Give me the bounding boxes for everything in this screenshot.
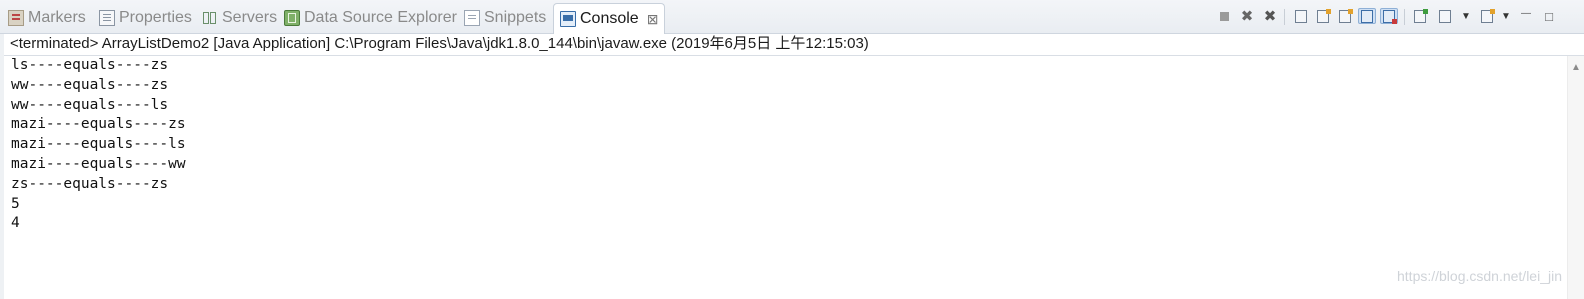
show-stdout-icon (1361, 9, 1373, 23)
tab-snippets-label: Snippets (484, 9, 547, 26)
console-icon (560, 11, 576, 27)
tab-console[interactable]: Console ⊠ (553, 3, 666, 34)
tab-data-source-explorer[interactable]: Data Source Explorer (284, 4, 457, 32)
remove-launch-icon: ✖ (1240, 8, 1254, 25)
terminate-icon (1219, 11, 1229, 21)
maximize-button[interactable]: □ (1540, 8, 1558, 24)
markers-icon (8, 10, 24, 26)
console-line: ww----equals----ls (11, 96, 169, 113)
pin-console-icon (1414, 8, 1428, 23)
tab-servers[interactable]: Servers (202, 4, 277, 32)
display-console-icon (1439, 9, 1451, 23)
properties-icon (99, 10, 115, 26)
chevron-down-icon: ▼ (1501, 10, 1511, 22)
maximize-icon: □ (1545, 8, 1553, 24)
toolbar-separator (1284, 9, 1285, 25)
toolbar-separator (1404, 9, 1405, 25)
tab-properties-label: Properties (119, 9, 192, 26)
watermark: https://blog.csdn.net/lei_jin (1397, 268, 1562, 284)
show-on-stderr-button[interactable] (1380, 8, 1398, 24)
remove-all-icon: ✖ (1263, 8, 1277, 25)
clear-console-icon (1295, 9, 1307, 23)
remove-launch-button[interactable]: ✖ (1238, 8, 1256, 25)
minimize-button[interactable]: — (1517, 5, 1535, 21)
tab-data-source-explorer-label: Data Source Explorer (304, 9, 457, 26)
terminate-button[interactable] (1215, 8, 1233, 24)
data-source-explorer-icon (284, 10, 300, 26)
clear-console-button[interactable] (1292, 8, 1310, 24)
word-wrap-icon (1339, 8, 1353, 23)
console-output[interactable]: ls----equals----zs ww----equals----zs ww… (11, 56, 186, 234)
vertical-scrollbar[interactable]: ▲ (1567, 56, 1584, 299)
open-console-button[interactable] (1478, 8, 1496, 24)
snippets-icon (464, 10, 480, 26)
servers-icon (202, 10, 218, 26)
tab-properties[interactable]: Properties (99, 4, 192, 32)
console-line: mazi----equals----zs (11, 116, 186, 133)
console-line: mazi----equals----ls (11, 136, 186, 153)
scroll-lock-button[interactable] (1314, 8, 1332, 24)
tab-servers-label: Servers (222, 9, 278, 26)
scroll-up-icon[interactable]: ▲ (1571, 62, 1581, 73)
tab-console-label: Console (580, 10, 639, 27)
console-line: 5 (11, 195, 20, 212)
left-border (0, 34, 4, 299)
tab-markers-label: Markers (28, 9, 86, 26)
chevron-down-icon: ▼ (1461, 10, 1471, 22)
console-status-line: <terminated> ArrayListDemo2 [Java Applic… (10, 35, 869, 52)
word-wrap-button[interactable] (1336, 8, 1354, 24)
open-console-dropdown[interactable]: ▼ (1497, 8, 1515, 24)
scroll-lock-icon (1317, 8, 1331, 23)
display-selected-console-button[interactable] (1436, 8, 1454, 24)
console-line: mazi----equals----ww (11, 155, 186, 172)
console-line: 4 (11, 215, 20, 232)
console-line: zs----equals----zs (11, 175, 169, 192)
console-line: ww----equals----zs (11, 76, 169, 93)
show-on-stdout-button[interactable] (1358, 8, 1376, 24)
open-console-icon (1481, 8, 1495, 23)
divider (0, 55, 1584, 56)
display-console-dropdown[interactable]: ▼ (1457, 8, 1475, 24)
remove-all-terminated-button[interactable]: ✖ (1261, 8, 1279, 25)
close-icon[interactable]: ⊠ (647, 11, 659, 28)
show-stderr-icon (1383, 9, 1397, 24)
pin-console-button[interactable] (1411, 8, 1429, 24)
console-line: ls----equals----zs (11, 57, 169, 73)
minimize-icon: — (1521, 7, 1531, 19)
tab-markers[interactable]: Markers (8, 4, 86, 32)
tab-snippets[interactable]: Snippets (464, 4, 546, 32)
view-tab-bar: Markers Properties Servers Data Source E… (0, 0, 1584, 34)
